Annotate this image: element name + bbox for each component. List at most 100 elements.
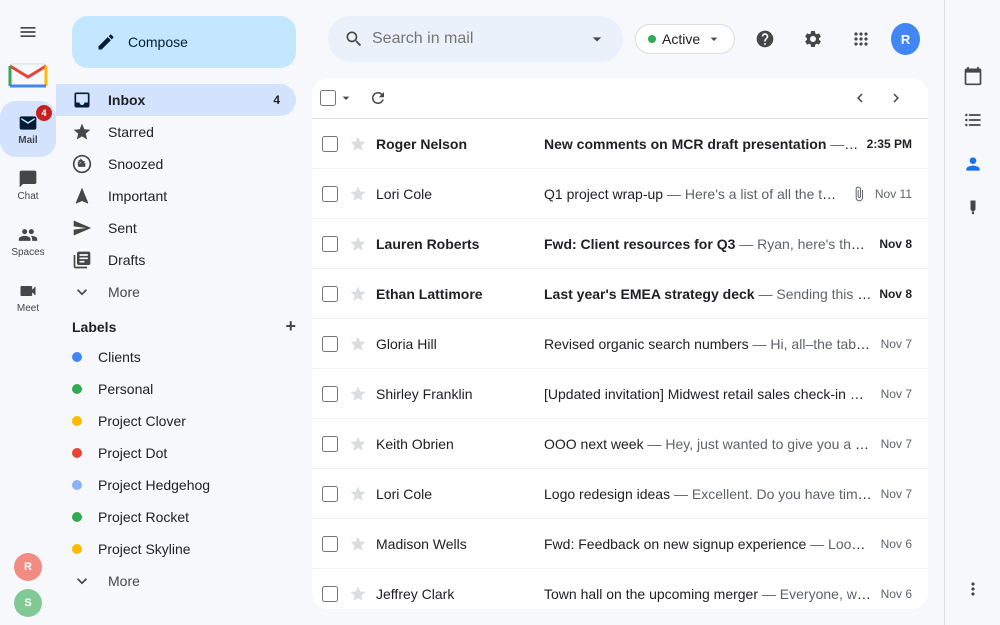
inbox-label: Inbox — [108, 92, 145, 108]
avatar-2[interactable]: S — [14, 589, 42, 617]
email-checkbox[interactable] — [320, 184, 340, 204]
nav-item-inbox[interactable]: Inbox 4 — [56, 84, 296, 116]
search-dropdown-icon[interactable] — [587, 29, 607, 49]
email-row[interactable]: Madison Wells Fwd: Feedback on new signu… — [312, 519, 928, 569]
email-meta: Nov 7 — [881, 437, 912, 451]
left-nav: Compose Inbox 4 Starred Snoozed — [56, 0, 312, 625]
add-label-button[interactable]: + — [285, 316, 296, 337]
user-avatar[interactable]: R — [891, 23, 920, 55]
email-subject: Q1 project wrap-up — [544, 186, 663, 202]
search-bar[interactable] — [328, 16, 623, 62]
next-page-button[interactable] — [880, 82, 912, 114]
more-apps-button[interactable] — [953, 569, 993, 609]
star-icon[interactable] — [348, 434, 368, 454]
email-preview: — Everyone, we'll be hosting our second … — [762, 586, 873, 602]
email-row[interactable]: Lori Cole Q1 project wrap-up — Here's a … — [312, 169, 928, 219]
nav-item-snoozed[interactable]: Snoozed — [56, 148, 296, 180]
star-icon[interactable] — [348, 134, 368, 154]
avatar-1[interactable]: R — [14, 553, 42, 581]
email-timestamp: 2:35 PM — [867, 137, 912, 151]
calendar-button[interactable] — [953, 56, 993, 96]
sidebar-item-spaces[interactable]: Spaces — [0, 213, 56, 269]
labels-more-button[interactable]: More — [56, 565, 296, 597]
star-icon[interactable] — [348, 234, 368, 254]
settings-button[interactable] — [795, 19, 831, 59]
email-subject-preview: Fwd: Feedback on new signup experience —… — [544, 536, 873, 552]
email-checkbox[interactable] — [320, 534, 340, 554]
email-checkbox[interactable] — [320, 134, 340, 154]
email-row[interactable]: Shirley Franklin [Updated invitation] Mi… — [312, 369, 928, 419]
email-checkbox[interactable] — [320, 334, 340, 354]
email-checkbox[interactable] — [320, 284, 340, 304]
nav-item-drafts[interactable]: Drafts — [56, 244, 296, 276]
drafts-label: Drafts — [108, 252, 145, 268]
email-preview: — Roger Nelson said what abou… — [830, 136, 858, 152]
email-timestamp: Nov 6 — [881, 537, 912, 551]
email-preview: — Midwest retail sales che… — [850, 386, 873, 402]
star-icon[interactable] — [348, 284, 368, 304]
nav-item-important[interactable]: Important — [56, 180, 296, 212]
email-subject-preview: Town hall on the upcoming merger — Every… — [544, 586, 873, 602]
active-dot — [648, 35, 656, 43]
nav-item-starred[interactable]: Starred — [56, 116, 296, 148]
menu-button[interactable] — [4, 8, 52, 56]
email-checkbox[interactable] — [320, 234, 340, 254]
star-icon[interactable] — [348, 534, 368, 554]
label-project-rocket[interactable]: Project Rocket — [56, 501, 296, 533]
mail-badge: 4 — [36, 105, 52, 121]
select-all-checkbox[interactable] — [320, 90, 336, 106]
email-meta: Nov 8 — [879, 287, 912, 301]
tasks-button[interactable] — [953, 100, 993, 140]
email-preview: — Here's a list of all the top challenge… — [667, 186, 843, 202]
email-row[interactable]: Jeffrey Clark Town hall on the upcoming … — [312, 569, 928, 609]
email-sender: Madison Wells — [376, 536, 536, 552]
email-row[interactable]: Lauren Roberts Fwd: Client resources for… — [312, 219, 928, 269]
select-dropdown-icon[interactable] — [338, 90, 354, 106]
email-checkbox[interactable] — [320, 584, 340, 604]
email-row[interactable]: Keith Obrien OOO next week — Hey, just w… — [312, 419, 928, 469]
label-personal[interactable]: Personal — [56, 373, 296, 405]
refresh-button[interactable] — [362, 82, 394, 114]
email-row[interactable]: Lori Cole Logo redesign ideas — Excellen… — [312, 469, 928, 519]
contacts-button[interactable] — [953, 144, 993, 184]
label-project-dot[interactable]: Project Dot — [56, 437, 296, 469]
project-skyline-dot — [72, 544, 82, 554]
email-sender: Lori Cole — [376, 486, 536, 502]
star-icon[interactable] — [348, 334, 368, 354]
pagination-controls — [844, 82, 912, 114]
inbox-badge: 4 — [273, 93, 280, 107]
compose-button[interactable]: Compose — [72, 16, 296, 68]
star-icon[interactable] — [348, 484, 368, 504]
email-row[interactable]: Gloria Hill Revised organic search numbe… — [312, 319, 928, 369]
sidebar-item-mail[interactable]: 4 Mail — [0, 101, 56, 157]
active-status-button[interactable]: Active — [635, 24, 735, 54]
sidebar-item-meet[interactable]: Meet — [0, 269, 56, 325]
star-icon[interactable] — [348, 584, 368, 604]
email-sender: Ethan Lattimore — [376, 286, 536, 302]
email-checkbox[interactable] — [320, 384, 340, 404]
email-timestamp: Nov 7 — [881, 387, 912, 401]
label-clients[interactable]: Clients — [56, 341, 296, 373]
star-icon[interactable] — [348, 384, 368, 404]
sidebar-item-chat[interactable]: Chat — [0, 157, 56, 213]
search-input[interactable] — [372, 30, 579, 48]
keep-button[interactable] — [953, 188, 993, 228]
nav-item-more[interactable]: More — [56, 276, 296, 308]
label-project-skyline[interactable]: Project Skyline — [56, 533, 296, 565]
apps-button[interactable] — [843, 19, 879, 59]
email-row[interactable]: Roger Nelson New comments on MCR draft p… — [312, 119, 928, 169]
topbar: Active — [312, 8, 936, 70]
help-button[interactable] — [747, 19, 783, 59]
email-checkbox[interactable] — [320, 484, 340, 504]
prev-page-button[interactable] — [844, 82, 876, 114]
project-dot-dot — [72, 448, 82, 458]
label-project-clover[interactable]: Project Clover — [56, 405, 296, 437]
label-project-hedgehog[interactable]: Project Hedgehog — [56, 469, 296, 501]
important-label: Important — [108, 188, 167, 204]
email-meta: Nov 6 — [881, 587, 912, 601]
email-row[interactable]: Ethan Lattimore Last year's EMEA strateg… — [312, 269, 928, 319]
email-checkbox[interactable] — [320, 434, 340, 454]
star-icon[interactable] — [348, 184, 368, 204]
sent-label: Sent — [108, 220, 137, 236]
nav-item-sent[interactable]: Sent — [56, 212, 296, 244]
